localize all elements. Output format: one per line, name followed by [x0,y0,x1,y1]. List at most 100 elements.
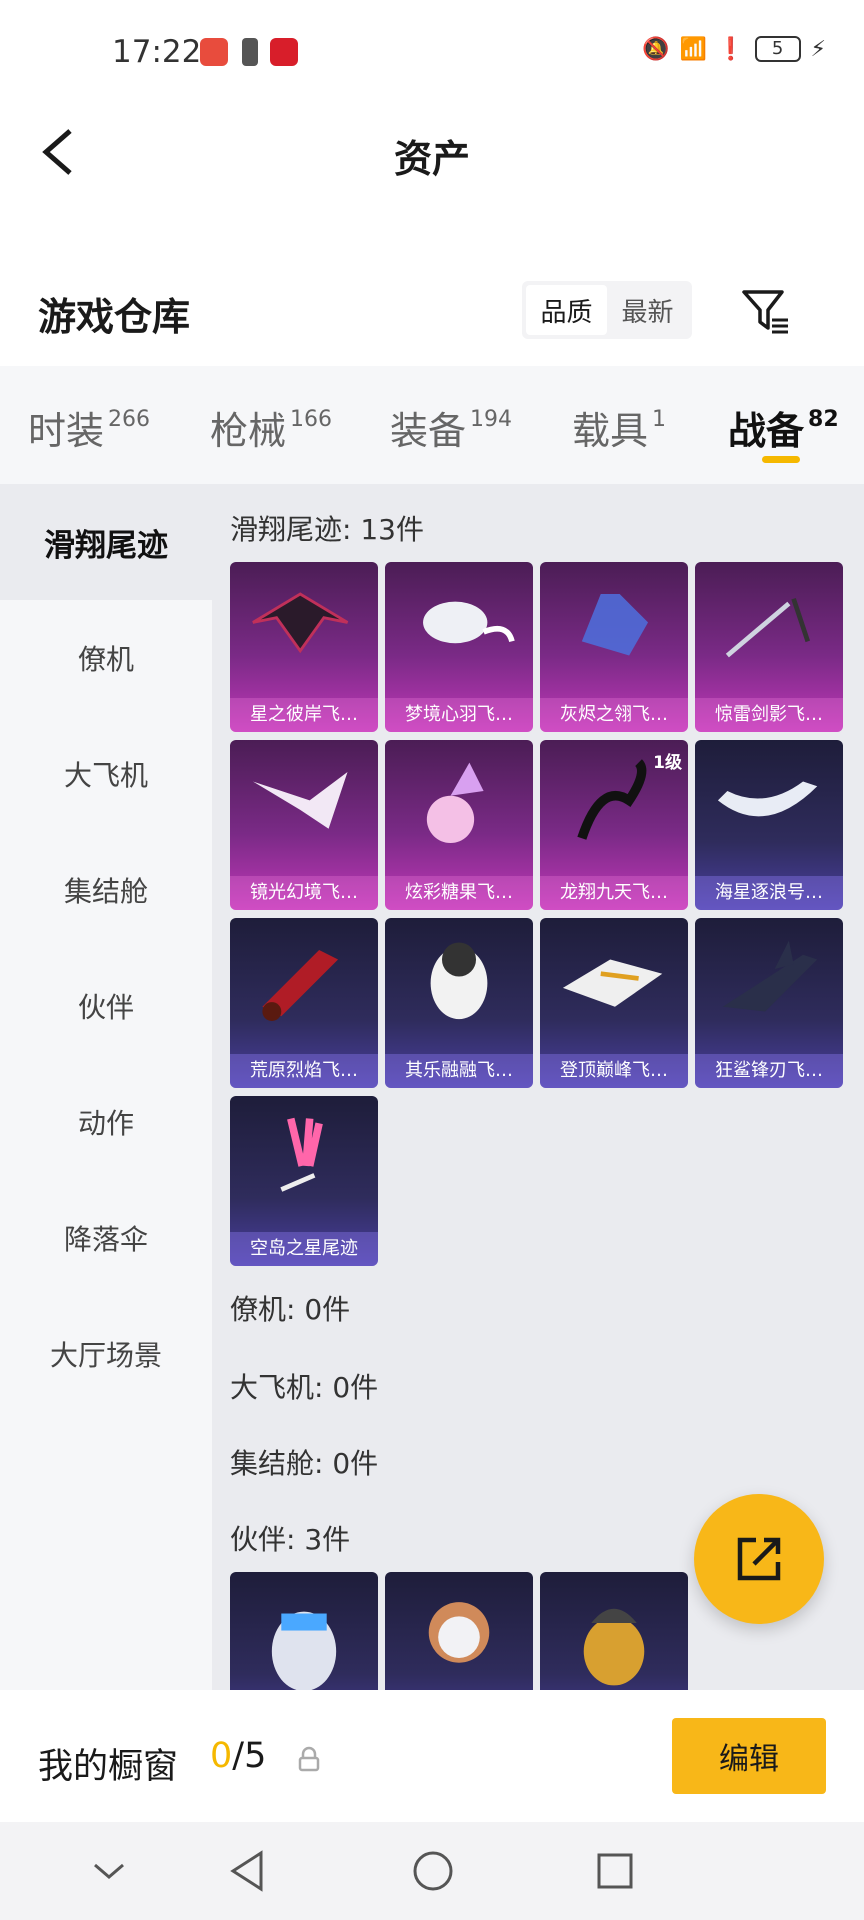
wifi-icon: 📶 [679,36,708,62]
showcase-label: 我的橱窗 [38,1747,179,1787]
shark-glider-icon [695,918,843,1054]
item-card[interactable]: 灰烬之翎飞… [540,562,688,732]
mute-icon: 🔕 [642,36,670,62]
share-fab[interactable] [694,1494,824,1624]
blue-hand-glider-icon [540,562,688,698]
app-notification-icon [200,38,228,66]
system-navigation-bar [0,1822,864,1920]
showcase-bar: 我的橱窗 0/5 编辑 [0,1690,864,1822]
rainbow-trail-icon [230,1096,378,1232]
item-card[interactable]: 星之彼岸飞… [230,562,378,732]
status-indicators: 🔕 📶 ❗ 5 ⚡ [642,36,826,62]
item-name: 登顶巅峰飞… [540,1054,688,1088]
active-tab-indicator [762,456,800,463]
collapse-button[interactable] [84,1846,134,1896]
item-name: 惊雷剑影飞… [695,698,843,732]
candy-glider-icon [385,740,533,876]
tab-weapons[interactable]: 枪械 166 [210,400,332,455]
tab-label: 战备 [728,409,805,453]
status-bar: 17:22 🔕 📶 ❗ 5 ⚡ [0,0,864,100]
filter-button[interactable] [738,284,792,338]
sheep-companion-icon [385,1572,533,1690]
tab-label: 时装 [28,409,105,453]
sidebar-item-big-plane[interactable]: 大飞机 [0,716,212,832]
item-card[interactable]: 荒原烈焰飞… [230,918,378,1088]
item-name: 狂鲨锋刃飞… [695,1054,843,1088]
nav-home-button[interactable] [408,1846,458,1896]
item-card[interactable]: 其乐融融飞… [385,918,533,1088]
lock-icon [298,1746,320,1772]
item-name: 星之彼岸飞… [230,698,378,732]
cat-companion-icon [230,1572,378,1690]
item-card[interactable]: 狂鲨锋刃飞… [695,918,843,1088]
item-card[interactable]: 惊雷剑影飞… [695,562,843,732]
item-card[interactable]: 炫彩糖果飞… [385,740,533,910]
tab-battle-prep[interactable]: 战备 82 [728,400,839,455]
tab-count: 166 [290,407,333,432]
chicken-companion-icon [540,1572,688,1690]
chevron-down-icon [94,1863,124,1879]
tab-count: 266 [108,407,151,432]
showcase-count: 0/5 [210,1736,266,1776]
dark-wing-glider-icon [230,562,378,698]
group-title-capsule: 集结舱: 0件 [230,1447,379,1480]
app-notification-icon [270,38,298,66]
item-name: 其乐融融飞… [385,1054,533,1088]
sidebar-item-companion[interactable]: 伙伴 [0,948,212,1064]
group-title-wingman: 僚机: 0件 [230,1293,351,1326]
item-name: 荒原烈焰飞… [230,1054,378,1088]
edit-button[interactable]: 编辑 [672,1718,826,1794]
item-card[interactable]: 登顶巅峰飞… [540,918,688,1088]
item-card[interactable] [540,1572,688,1690]
sort-option-newest[interactable]: 最新 [607,285,688,335]
tab-fashion[interactable]: 时装 266 [28,400,150,455]
crystal-wing-glider-icon [230,740,378,876]
item-card[interactable]: 1级 龙翔九天飞… [540,740,688,910]
item-card[interactable]: 空岛之星尾迹 [230,1096,378,1266]
asset-page: 17:22 🔕 📶 ❗ 5 ⚡ 资产 游戏仓库 品质 最新 时装 266 枪械 … [0,0,864,1920]
battery-icon: 5 [754,36,801,62]
tab-label: 装备 [390,409,467,453]
nav-recents-button[interactable] [590,1846,640,1896]
filter-icon [742,290,788,334]
item-card[interactable]: 镜光幻境飞… [230,740,378,910]
item-name: 镜光幻境飞… [230,876,378,910]
item-card[interactable]: 海星逐浪号… [695,740,843,910]
item-name: 海星逐浪号… [695,876,843,910]
sidebar-item-capsule[interactable]: 集结舱 [0,832,212,948]
nav-header: 资产 [0,100,864,210]
sort-toggle: 品质 最新 [522,281,692,339]
nav-back-button[interactable] [222,1846,272,1896]
item-name: 灰烬之翎飞… [540,698,688,732]
tab-equipment[interactable]: 装备 194 [390,400,512,455]
level-badge: 1级 [653,753,682,773]
group-title-companion: 伙伴: 3件 [230,1523,351,1556]
showcase-total: /5 [232,1736,267,1776]
square-recents-icon [597,1853,633,1889]
tab-label: 枪械 [210,409,287,453]
sidebar-item-emote[interactable]: 动作 [0,1064,212,1180]
item-card[interactable]: 梦境心羽飞… [385,562,533,732]
sidebar-item-glide-trail[interactable]: 滑翔尾迹 [0,484,212,600]
item-card[interactable] [385,1572,533,1690]
item-card[interactable] [230,1572,378,1690]
circle-home-icon [413,1851,453,1891]
flame-glider-icon [230,918,378,1054]
sidebar-item-lobby-scene[interactable]: 大厅场景 [0,1296,212,1412]
category-tabs: 时装 266 枪械 166 装备 194 载具 1 战备 82 [0,366,864,484]
share-icon [737,1537,781,1581]
sword-glider-icon [695,562,843,698]
sidebar-item-parachute[interactable]: 降落伞 [0,1180,212,1296]
tab-vehicles[interactable]: 载具 1 [572,400,666,455]
tab-label: 载具 [572,409,649,453]
item-name: 空岛之星尾迹 [230,1232,378,1266]
jet-glider-icon [540,918,688,1054]
app-notification-icon [242,38,258,66]
tab-count: 82 [808,407,839,432]
tab-count: 194 [470,407,513,432]
boat-glider-icon [695,740,843,876]
sidebar-item-wingman[interactable]: 僚机 [0,600,212,716]
warehouse-title: 游戏仓库 [38,295,191,339]
sort-option-quality[interactable]: 品质 [526,285,607,335]
charging-icon: ⚡ [810,36,826,62]
